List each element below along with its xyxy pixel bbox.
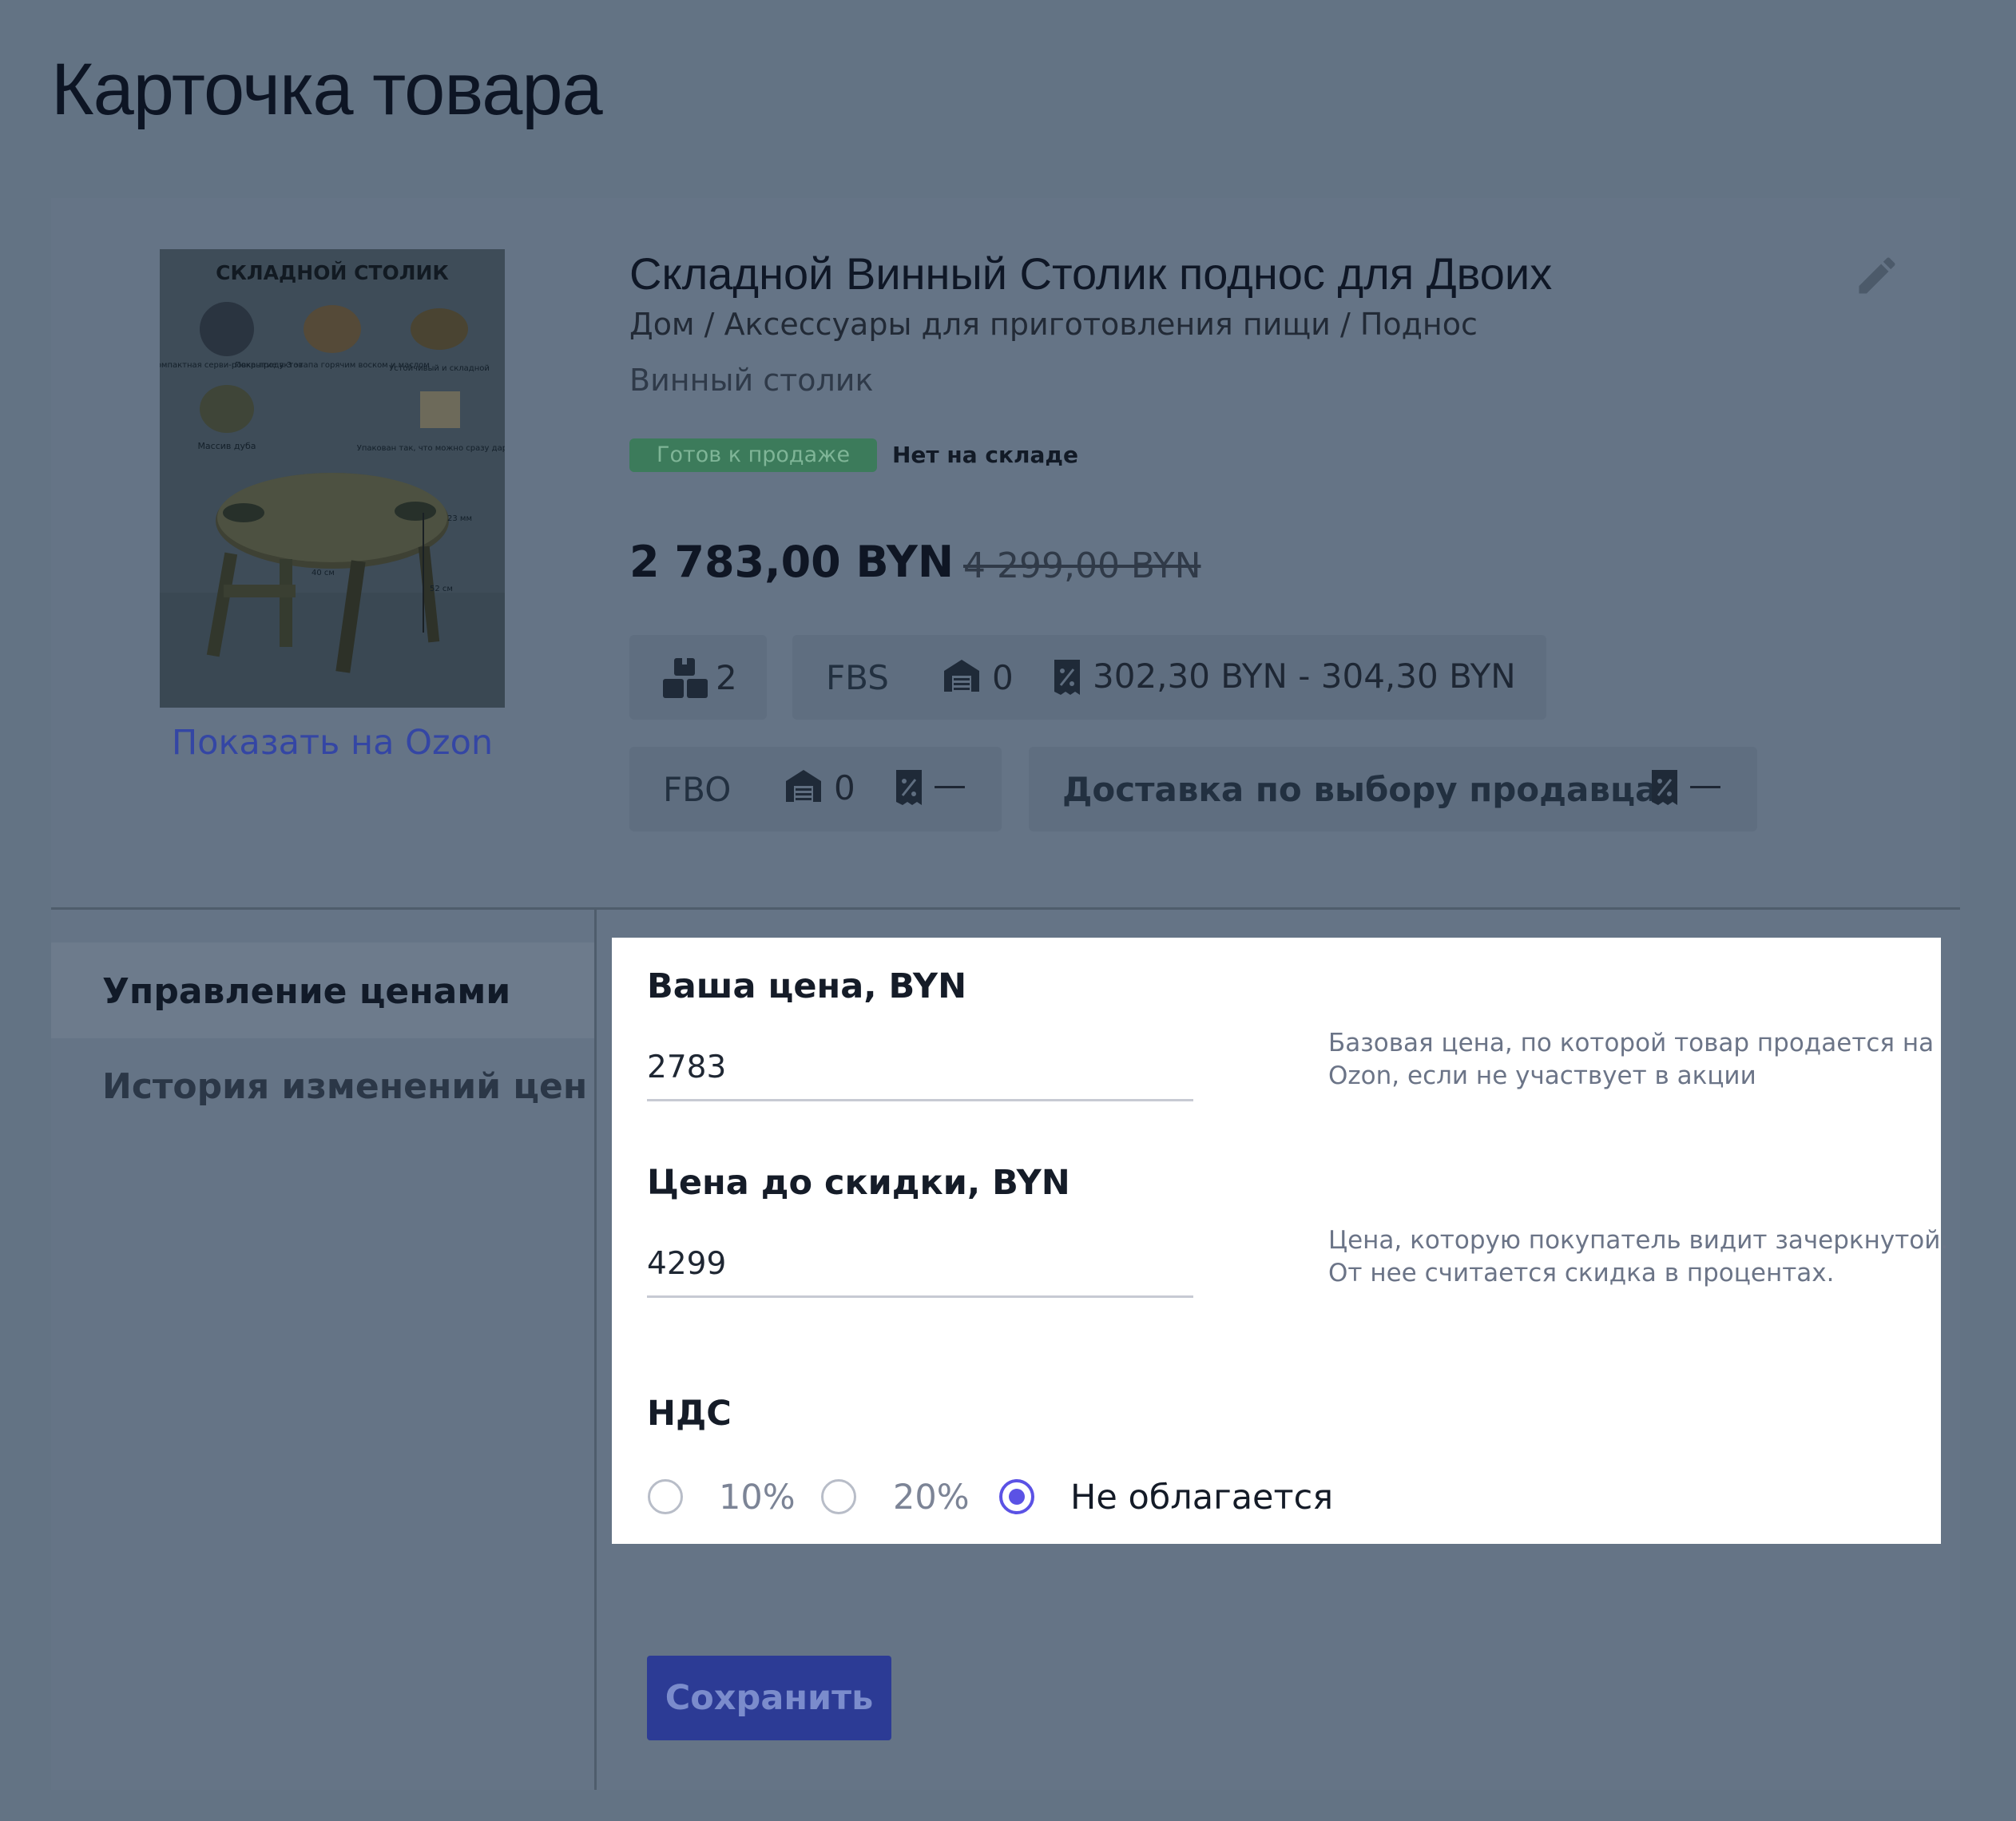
page-title: Карточка товара [51,49,603,130]
fbo-warehouse-count: 0 [834,768,855,807]
current-price: 2 783,00 BYN [629,537,954,587]
boxes-count: 2 [716,658,737,697]
old-price-hint: Цена, которую покупатель видит зачеркнут… [1328,1226,1949,1287]
status-badge: Готов к продаже [629,438,878,472]
warehouse-icon [943,658,981,693]
fbs-label: FBS [826,658,889,697]
fbo-commission: — [933,765,966,804]
image-feature: Массив дуба [197,441,256,451]
image-dimension: 23 мм [447,514,472,523]
stock-status: Нет на складе [892,442,1078,468]
vat-radio-10[interactable] [648,1479,683,1514]
product-photo-illustration: СКЛАДНОЙ СТОЛИК Компактная серви-ровка п… [160,249,505,708]
commission-icon [896,770,922,805]
vat-label: НДС [647,1394,732,1434]
commission-icon [1054,660,1080,695]
product-category-breadcrumb: Дом / Аксессуары для приготовления пищи … [629,307,1478,342]
side-nav [51,910,594,1790]
nav-item-price-history[interactable]: История изменений цен [102,1066,587,1107]
image-feature: Устойчивый и складной [389,364,490,373]
seller-delivery-label: Доставка по выбору продавца [1062,770,1658,809]
fbs-warehouse-count: 0 [992,658,1014,697]
seller-delivery-commission: — [1689,765,1722,804]
price-hint: Базовая цена, по которой товар продается… [1328,1029,1935,1090]
vat-radio-20[interactable] [821,1479,856,1514]
save-button[interactable]: Сохранить [647,1656,891,1740]
vat-option-10-label[interactable]: 10% [719,1478,796,1518]
old-price: 4 299,00 BYN [963,546,1201,586]
image-feature: Упакован так, что можно сразу дарить [357,444,505,453]
old-price-input[interactable] [647,1232,1193,1298]
vat-option-exempt-label[interactable]: Не облагается [1070,1478,1333,1518]
boxes-icon [663,657,708,700]
image-title: СКЛАДНОЙ СТОЛИК [216,261,449,284]
price-label: Ваша цена, BYN [647,966,967,1006]
vat-option-20-label[interactable]: 20% [893,1478,970,1518]
warehouse-icon [784,768,823,803]
nav-item-price-management-label[interactable]: Управление ценами [102,971,510,1012]
commission-icon [1652,770,1677,805]
product-type: Винный столик [629,363,874,398]
old-price-label: Цена до скидки, BYN [647,1163,1070,1203]
vertical-divider [594,910,597,1790]
image-dimension: 52 см [430,585,453,593]
show-on-ozon-link[interactable]: Показать на Ozon [160,723,505,763]
product-name: Складной Винный Столик поднос для Двоих [629,248,1553,299]
image-dimension: 40 см [312,569,335,577]
price-input[interactable] [647,1035,1193,1101]
edit-pencil-icon[interactable] [1853,252,1901,300]
product-image[interactable]: СКЛАДНОЙ СТОЛИК Компактная серви-ровка п… [160,249,505,708]
fbs-commission: 302,30 BYN - 304,30 BYN [1093,657,1516,696]
fbo-label: FBO [663,770,732,809]
vat-radio-exempt[interactable] [999,1479,1034,1514]
